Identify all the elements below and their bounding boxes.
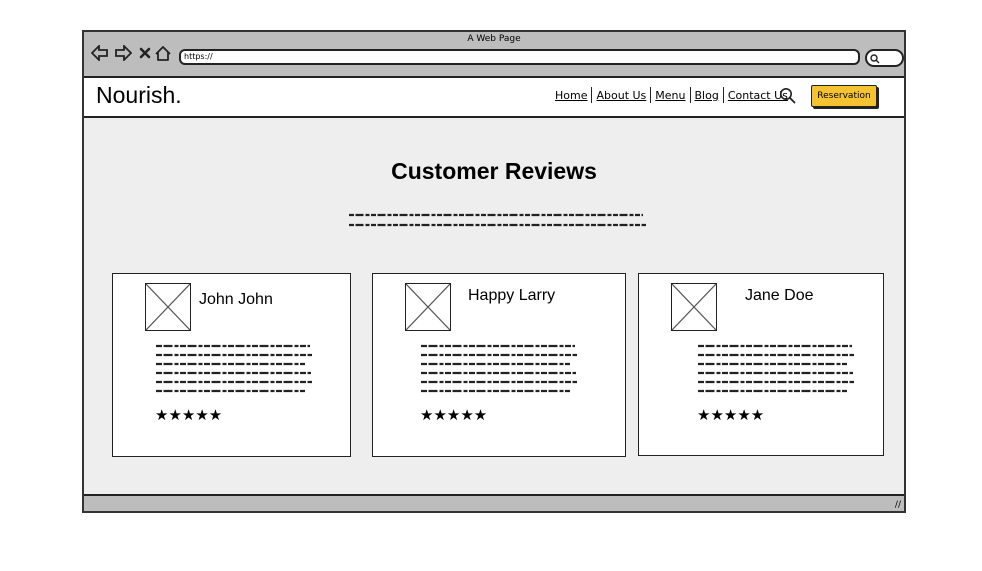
nav-home[interactable]: Home [551,89,591,102]
back-icon[interactable] [91,44,109,62]
review-placeholder-text [156,344,312,393]
address-bar[interactable]: https:// [179,49,860,65]
browser-toolbar: A Web Page https:// [84,32,904,76]
status-bar: // [84,494,904,511]
reviewer-name: Happy Larry [468,287,556,304]
reservation-button[interactable]: Reservation [811,85,877,107]
main-nav: Home About Us Menu Blog Contact Us [551,87,792,103]
site-search-icon[interactable] [779,87,796,108]
section-title: Customer Reviews [391,158,597,184]
avatar [145,283,191,331]
site-header: Nourish. Home About Us Menu Blog Contact… [84,76,904,118]
avatar [405,283,451,331]
review-card: Happy Larry ★★★★★ [372,273,626,457]
close-icon[interactable] [136,44,154,62]
reviews-section: Customer Reviews John John ★★★★★ Happy L… [84,118,904,498]
search-icon [870,54,880,64]
rating-stars: ★★★★★ [697,406,765,424]
forward-icon[interactable] [114,44,132,62]
browser-window: A Web Page https:// Nourish. Home About … [82,30,906,513]
reviewer-name: Jane Doe [745,287,814,304]
review-placeholder-text [698,344,854,393]
window-title: A Web Page [467,34,521,44]
reviewer-name: John John [199,291,273,308]
nav-blog[interactable]: Blog [691,89,723,102]
rating-stars: ★★★★★ [420,406,488,424]
nav-about-us[interactable]: About Us [592,89,650,102]
review-card: John John ★★★★★ [112,273,351,457]
rating-stars: ★★★★★ [155,406,223,424]
review-card: Jane Doe ★★★★★ [638,273,884,456]
nav-menu[interactable]: Menu [651,89,689,102]
avatar [671,283,717,331]
home-icon[interactable] [154,44,172,62]
intro-placeholder-text [349,213,646,227]
site-logo[interactable]: Nourish. [96,82,182,109]
resize-grip-icon[interactable]: // [895,500,901,510]
review-placeholder-text [421,344,577,393]
browser-search-field[interactable] [865,49,904,67]
address-text: https:// [184,52,213,61]
